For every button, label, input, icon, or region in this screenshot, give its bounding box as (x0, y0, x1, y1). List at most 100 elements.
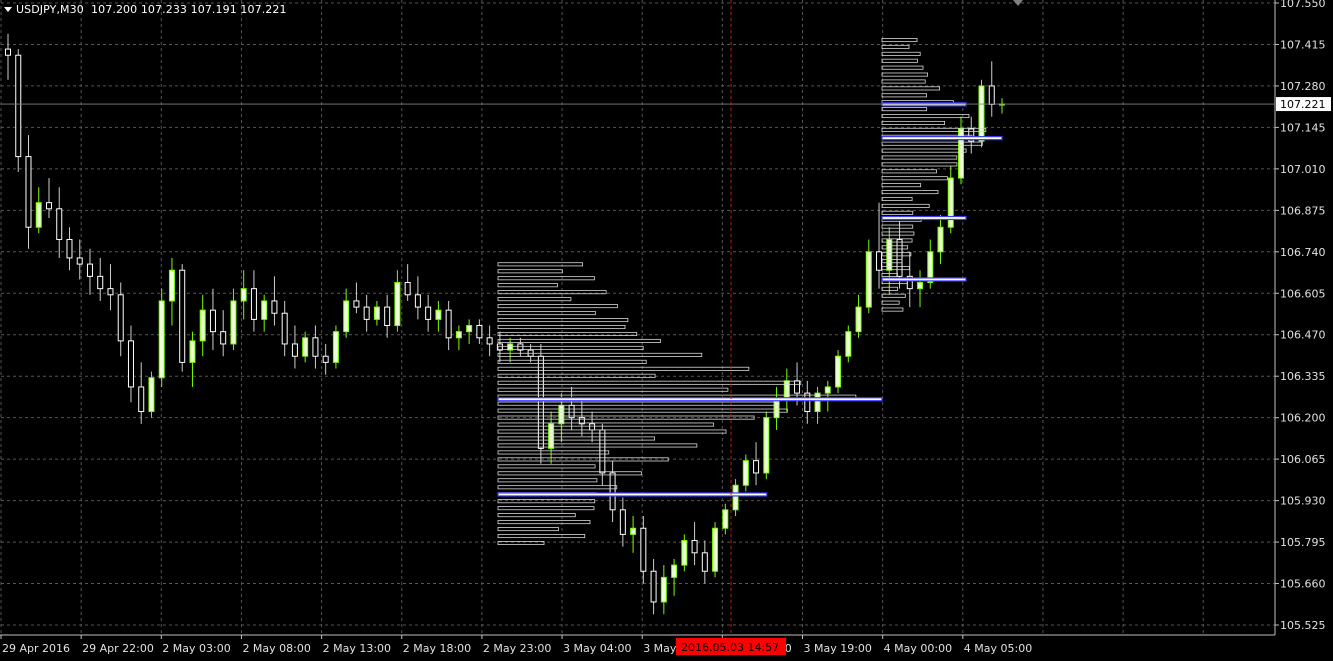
volume-profile-row (497, 422, 714, 427)
volume-profile-row (881, 93, 927, 98)
price-tick-label: 105.795 (1280, 536, 1326, 549)
candle-body (384, 306, 391, 327)
volume-profile-row (881, 210, 914, 215)
price-tick-label: 105.525 (1280, 619, 1326, 632)
candle-body (35, 202, 42, 228)
candle-body (45, 202, 52, 210)
candle-body (25, 156, 32, 228)
symbol-title-bar: USDJPY,M30 107.200 107.233 107.191 107.2… (4, 3, 287, 16)
candle-body (189, 340, 196, 363)
volume-profile-row (497, 429, 727, 434)
volume-profile-row (881, 44, 910, 49)
symbol-timeframe: USDJPY,M30 (16, 3, 84, 16)
candle-body (476, 325, 483, 339)
candle-body (209, 309, 216, 333)
time-tick-label: 29 Apr 2016 (2, 642, 70, 655)
candle-body (753, 460, 760, 474)
candle-body (414, 294, 421, 308)
candle-body (660, 576, 667, 603)
candle-body (97, 275, 104, 290)
candle-body (445, 309, 452, 339)
candle-body (835, 355, 842, 388)
volume-profile-row (881, 203, 930, 208)
volume-profile-row (881, 176, 948, 181)
candle-body (978, 85, 985, 142)
candle-body (66, 239, 73, 259)
candle-body (681, 540, 688, 566)
chart-canvas[interactable]: 107.550 107.415 107.280 107.145 107.010 106.8… (0, 0, 1333, 657)
price-tick-label: 106.875 (1280, 204, 1326, 217)
time-tick-label: 2 May 08:00 (242, 642, 310, 655)
candle-body (220, 331, 227, 345)
volume-profile-row (497, 387, 729, 392)
crosshair-time-label: 2016.05.03 14:57 (681, 641, 779, 654)
candle-body (15, 54, 22, 158)
candle-body (917, 282, 924, 290)
candle-body (712, 527, 719, 572)
candle-body (650, 570, 657, 603)
candle-body (814, 392, 821, 413)
time-tick-label: 2 May 23:00 (483, 642, 551, 655)
candle-body (230, 300, 237, 345)
volume-profile-row (881, 65, 924, 70)
volume-profile-row (881, 141, 983, 146)
candle-body (455, 331, 462, 339)
time-tick-label: 3 May 04:00 (563, 642, 631, 655)
candle-body (404, 282, 411, 296)
volume-profile-level (881, 136, 1003, 141)
candle-body (701, 552, 708, 572)
candle-body (107, 288, 114, 296)
candle-body (691, 540, 698, 554)
volume-profile-row (881, 58, 918, 63)
volume-profile-row (497, 436, 655, 441)
volume-profile-row (881, 51, 921, 56)
volume-profile-row (881, 245, 909, 250)
volume-profile-row (497, 325, 626, 330)
price-tick-label: 106.065 (1280, 453, 1326, 466)
volume-profile-level (497, 492, 768, 497)
volume-profile-row (881, 72, 928, 77)
price-tick-label: 105.930 (1280, 495, 1326, 508)
volume-profile-row (497, 464, 596, 469)
price-chart[interactable]: 107.550 107.415 107.280 107.145 107.010 106.8… (0, 0, 1333, 657)
candle-body (824, 386, 831, 394)
volume-profile-row (881, 155, 958, 160)
volume-profile-row (881, 293, 906, 298)
time-tick-label: 4 May 00:00 (884, 642, 952, 655)
price-tick-label: 106.740 (1280, 246, 1326, 259)
volume-profile-row (497, 513, 576, 518)
volume-profile-row (497, 485, 618, 490)
volume-profile-row (497, 283, 558, 288)
dropdown-arrow-icon[interactable] (4, 7, 12, 12)
candle-body (261, 300, 268, 320)
candle-body (148, 377, 155, 413)
candle-body (179, 269, 186, 363)
ohlc-readout: 107.200 107.233 107.191 107.221 (91, 3, 287, 16)
volume-profile-row (881, 196, 913, 201)
volume-profile-row (881, 224, 914, 229)
volume-profile-level (497, 397, 883, 402)
volume-profile-row (497, 443, 698, 448)
price-tick-label: 107.550 (1280, 0, 1326, 10)
candle-body (138, 386, 145, 413)
candle-body (865, 251, 872, 308)
candle-body (281, 312, 288, 345)
volume-profile-row (881, 162, 958, 167)
time-tick-label: 3 May 19:00 (804, 642, 872, 655)
candle-body (988, 85, 995, 105)
price-tick-label: 107.415 (1280, 38, 1326, 51)
candle-body (322, 355, 329, 363)
volume-profile-row (497, 276, 595, 281)
candle-body (127, 340, 134, 388)
candle-body (291, 343, 298, 357)
volume-profile-row (497, 269, 563, 274)
candle-body (271, 300, 278, 314)
price-tick-label: 106.605 (1280, 287, 1326, 300)
volume-profile-row (881, 266, 910, 271)
time-tick-label: 4 May 05:00 (964, 642, 1032, 655)
volume-profile-row (497, 311, 596, 316)
candle-body (845, 331, 852, 357)
volume-profile-row (881, 114, 970, 119)
time-tick-label: 2 May 13:00 (323, 642, 391, 655)
candle-body (343, 300, 350, 333)
